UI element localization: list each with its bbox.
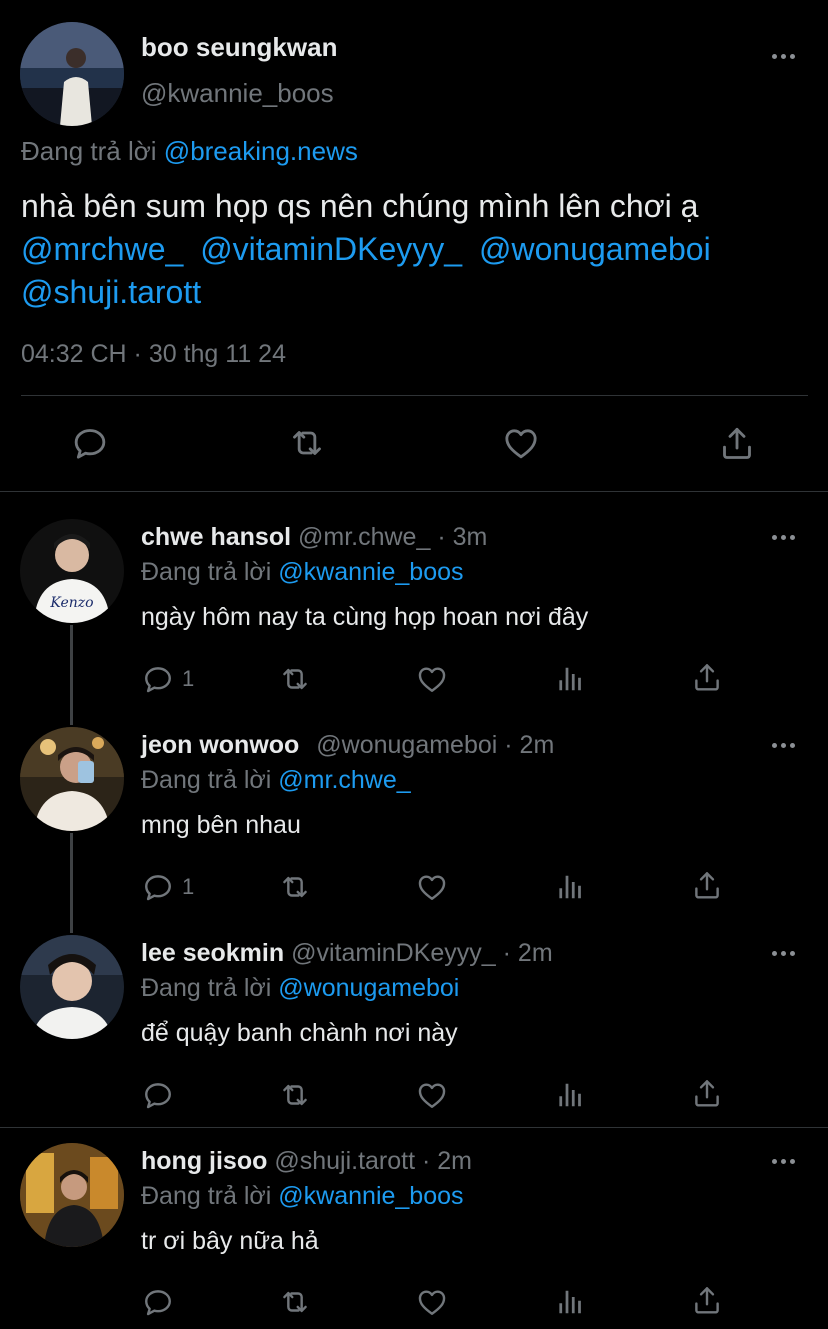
reply-author-name[interactable]: hong jisoo [141,1147,267,1175]
like-icon[interactable] [501,423,541,463]
reply-author-handle[interactable]: @wonugameboi [316,731,497,759]
reply-time[interactable]: · 2m [504,731,554,759]
share-icon[interactable] [690,868,724,902]
reply-icon[interactable] [141,662,175,696]
share-icon[interactable] [690,1076,724,1110]
share-icon[interactable] [717,423,757,463]
svg-text:Kenzo: Kenzo [49,595,93,611]
replying-to-mention[interactable]: @kwannie_boos [278,558,463,586]
more-icon[interactable] [772,741,800,749]
reply-header: lee seokmin @vitaminDKeyyy_ · 2m [141,939,553,968]
retweet-icon[interactable] [277,1078,313,1112]
replying-to-line: Đang trả lời @kwannie_boos [141,558,464,587]
replying-to-line: Đang trả lời @mr.chwe_ [141,766,411,795]
reply-text: tr ơi bây nữa hả [141,1227,319,1255]
retweet-icon[interactable] [277,870,313,904]
more-icon[interactable] [772,949,800,957]
replying-to-line: Đang trả lời @wonugameboi [141,974,459,1003]
replying-label: Đang trả lời [141,1182,272,1210]
more-icon[interactable] [772,533,800,541]
replying-to-line: Đang trả lời @kwannie_boos [141,1182,464,1211]
tweet-mentions-line-1: @mrchwe_ @vitaminDKeyyy_ @wonugameboi [21,231,711,268]
reply-text: để quậy banh chành nơi này [141,1019,458,1047]
reply-time[interactable]: · 2m [422,1147,472,1175]
replying-to-mention[interactable]: @wonugameboi [278,974,459,1002]
reply-author-handle[interactable]: @mr.chwe_ [298,523,430,551]
retweet-icon[interactable] [286,423,328,463]
reply-author-handle[interactable]: @shuji.tarott [274,1147,415,1175]
replying-to-mention[interactable]: @breaking.news [164,136,358,166]
reply-count: 1 [182,874,195,899]
reply-text: mng bên nhau [141,811,301,839]
reply-author-name[interactable]: chwe hansol [141,523,291,551]
like-icon[interactable] [415,1078,449,1112]
avatar[interactable] [20,22,124,126]
retweet-icon[interactable] [277,1285,313,1319]
mention-link[interactable]: @wonugameboi [479,231,711,267]
views-icon[interactable] [555,664,585,694]
avatar[interactable]: Kenzo [20,519,124,623]
more-icon[interactable] [772,1157,800,1165]
views-icon[interactable] [555,872,585,902]
reply-author-name[interactable]: lee seokmin [141,939,284,967]
replying-label: Đang trả lời [141,974,272,1002]
reply-time[interactable]: · 2m [503,939,553,967]
tweet-text: nhà bên sum họp qs nên chúng mình lên ch… [21,188,699,224]
section-divider [0,491,828,492]
timestamp-divider [21,395,808,396]
avatar[interactable] [20,935,124,1039]
views-icon[interactable] [555,1287,585,1317]
more-icon[interactable] [772,52,800,60]
replying-to-line: Đang trả lời @breaking.news [21,136,358,167]
reply-header: jeon wonwoo @wonugameboi · 2m [141,731,554,760]
replying-to-mention[interactable]: @kwannie_boos [278,1182,463,1210]
reply-time[interactable]: · 3m [437,523,487,551]
reply-icon[interactable] [141,1078,175,1112]
replying-to-mention[interactable]: @mr.chwe_ [278,766,410,794]
author-handle[interactable]: @kwannie_boos [141,78,334,109]
tweet-timestamp[interactable]: 04:32 CH · 30 thg 11 24 [21,340,286,369]
reply-header: hong jisoo @shuji.tarott · 2m [141,1147,472,1176]
thread-line [70,625,73,725]
like-icon[interactable] [415,870,449,904]
reply-header: chwe hansol @mr.chwe_ · 3m [141,523,487,552]
reply-icon[interactable] [141,1285,175,1319]
replying-label: Đang trả lời [141,558,272,586]
reply-text: ngày hôm nay ta cùng họp hoan nơi đây [141,603,589,631]
reply-icon[interactable] [141,870,175,904]
retweet-icon[interactable] [277,662,313,696]
reply-icon[interactable] [70,423,110,463]
reply-count: 1 [182,666,195,691]
share-icon[interactable] [690,660,724,694]
section-divider [0,1127,828,1128]
replying-label: Đang trả lời [141,766,272,794]
views-icon[interactable] [555,1080,585,1110]
thread-line [70,833,73,933]
like-icon[interactable] [415,662,449,696]
avatar[interactable] [20,1143,124,1247]
mention-link[interactable]: @shuji.tarott [21,274,201,311]
share-icon[interactable] [690,1283,724,1317]
reply-author-name[interactable]: jeon wonwoo [141,731,299,759]
replying-label: Đang trả lời [21,136,157,166]
reply-author-handle[interactable]: @vitaminDKeyyy_ [291,939,496,967]
mention-link[interactable]: @vitaminDKeyyy_ [200,231,462,267]
author-name[interactable]: boo seungkwan [141,32,337,63]
avatar[interactable] [20,727,124,831]
mention-link[interactable]: @mrchwe_ [21,231,183,267]
like-icon[interactable] [415,1285,449,1319]
